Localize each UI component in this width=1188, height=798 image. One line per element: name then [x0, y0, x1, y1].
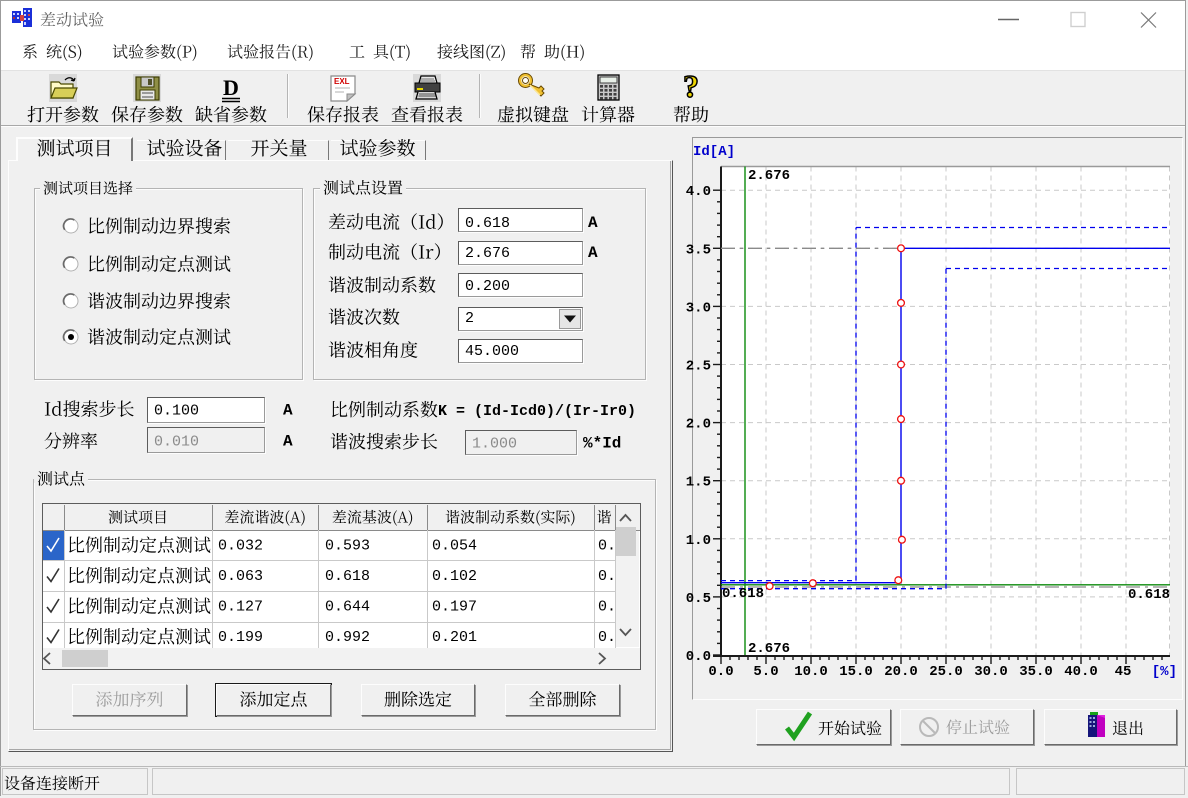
- svg-text:0.127: 0.127: [218, 599, 263, 616]
- svg-text:A: A: [588, 244, 598, 262]
- svg-text:1.000: 1.000: [472, 436, 517, 453]
- svg-text:30.0: 30.0: [974, 664, 1008, 680]
- svg-text:1.0: 1.0: [686, 533, 711, 549]
- svg-text:2: 2: [465, 310, 474, 327]
- svg-text:0.5: 0.5: [686, 591, 711, 607]
- svg-text:0.618: 0.618: [722, 586, 764, 602]
- svg-text:0.618: 0.618: [1128, 587, 1170, 603]
- svg-text:Id[A]: Id[A]: [693, 144, 735, 160]
- svg-text:0.0: 0.0: [708, 664, 733, 680]
- svg-text:A: A: [283, 402, 293, 420]
- svg-text:4.0: 4.0: [686, 184, 711, 200]
- svg-text:0.100: 0.100: [154, 403, 199, 420]
- svg-text:2.676: 2.676: [465, 245, 510, 262]
- svg-text:25.0: 25.0: [929, 664, 963, 680]
- svg-text:?: ?: [683, 68, 699, 104]
- svg-text:%*Id: %*Id: [583, 435, 621, 453]
- svg-text:0.: 0.: [598, 599, 616, 616]
- svg-text:D: D: [223, 75, 239, 100]
- svg-text:A: A: [283, 433, 293, 451]
- svg-text:0.201: 0.201: [432, 629, 477, 646]
- svg-text:0.992: 0.992: [325, 629, 370, 646]
- svg-text:[%]: [%]: [1152, 664, 1177, 680]
- svg-text:0.618: 0.618: [325, 568, 370, 585]
- svg-text:0.: 0.: [598, 629, 616, 646]
- svg-text:0.618: 0.618: [465, 215, 510, 232]
- svg-text:0.054: 0.054: [432, 538, 477, 555]
- svg-text:45: 45: [1115, 664, 1132, 680]
- svg-text:2.676: 2.676: [748, 641, 790, 657]
- svg-text:0.063: 0.063: [218, 568, 263, 585]
- svg-text:45.000: 45.000: [465, 343, 519, 360]
- svg-text:A: A: [588, 214, 598, 232]
- svg-text:0.032: 0.032: [218, 538, 263, 555]
- svg-text:0.: 0.: [598, 568, 616, 585]
- svg-text:0.0: 0.0: [686, 649, 711, 665]
- svg-text:0.197: 0.197: [432, 599, 477, 616]
- svg-text:5.0: 5.0: [753, 664, 778, 680]
- svg-text:20.0: 20.0: [884, 664, 918, 680]
- svg-text:EXL: EXL: [334, 77, 350, 86]
- svg-text:0.: 0.: [598, 538, 616, 555]
- svg-text:15.0: 15.0: [839, 664, 873, 680]
- svg-text:2.5: 2.5: [686, 359, 711, 375]
- svg-text:1.5: 1.5: [686, 475, 711, 491]
- svg-text:0.593: 0.593: [325, 538, 370, 555]
- svg-text:10.0: 10.0: [794, 664, 828, 680]
- svg-text:3.5: 3.5: [686, 242, 711, 258]
- svg-text:0.644: 0.644: [325, 599, 370, 616]
- svg-text:35.0: 35.0: [1019, 664, 1053, 680]
- svg-text:0.199: 0.199: [218, 629, 263, 646]
- svg-text:0.010: 0.010: [154, 434, 199, 451]
- svg-text:3.0: 3.0: [686, 300, 711, 316]
- svg-text:0.102: 0.102: [432, 568, 477, 585]
- svg-text:K = (Id-Icd0)/(Ir-Ir0): K = (Id-Icd0)/(Ir-Ir0): [438, 403, 636, 420]
- svg-text:40.0: 40.0: [1064, 664, 1098, 680]
- svg-text:2.0: 2.0: [686, 417, 711, 433]
- svg-text:0.200: 0.200: [465, 278, 510, 295]
- svg-text:2.676: 2.676: [748, 168, 790, 184]
